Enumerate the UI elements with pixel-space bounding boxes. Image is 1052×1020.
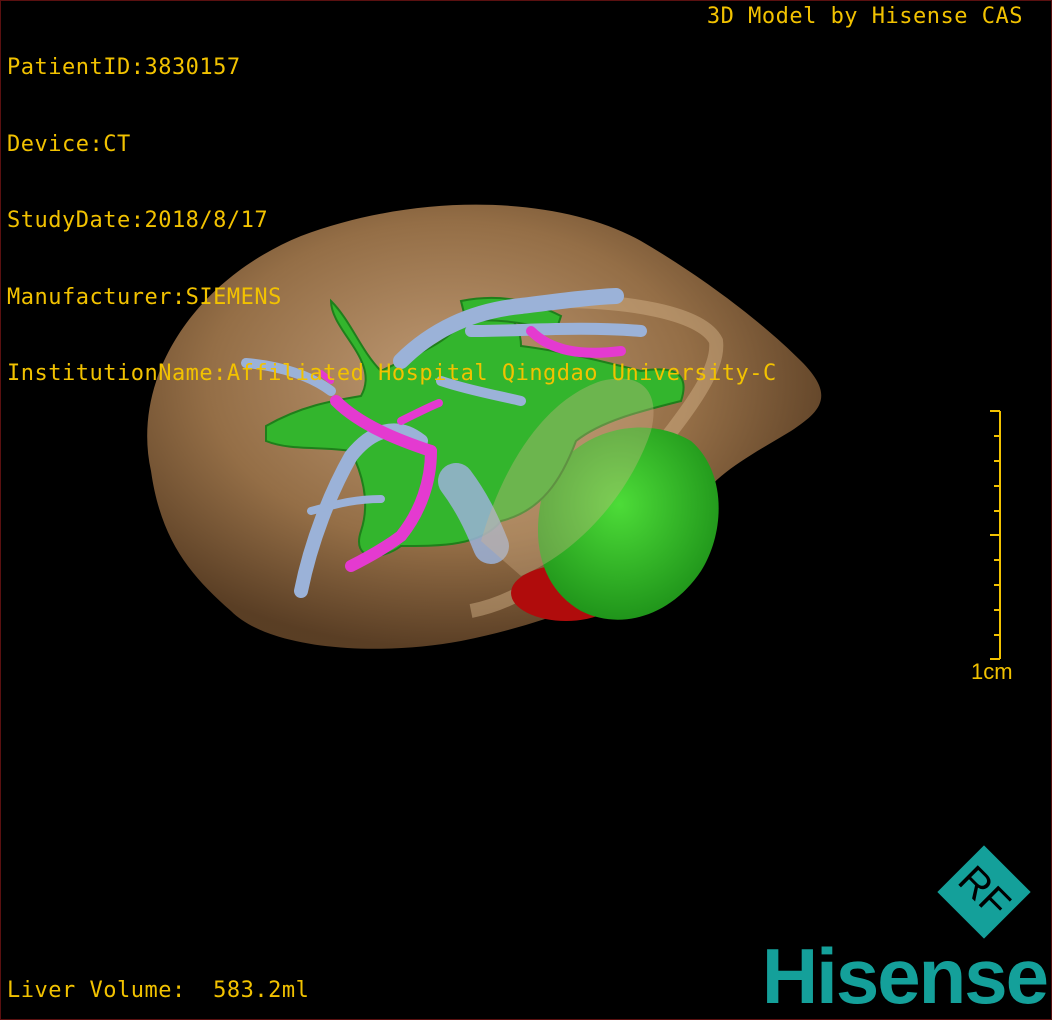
institution-name: InstitutionName:Affiliated Hospital Qing… [7,361,777,386]
rf-monogram: RF [950,858,1019,927]
liver-volume: Liver Volume: 583.2ml [7,977,310,1003]
scale-bar [990,410,1001,660]
manufacturer: Manufacturer:SIEMENS [7,284,282,310]
dicom-info: PatientID:3830157 Device:CT StudyDate:20… [7,4,777,438]
hisense-logo: Hisense [761,932,1049,1020]
patient-id: PatientID:3830157 [7,55,241,80]
device: Device:CT [7,131,131,157]
rf-logo-icon: RF [937,845,1031,939]
model-credit: 3D Model by Hisense CAS [706,4,1023,29]
study-date: StudyDate:2018/8/17 [7,208,269,233]
scale-label: 1cm [971,659,1013,684]
3d-viewport[interactable]: PatientID:3830157 Device:CT StudyDate:20… [0,0,1052,1020]
